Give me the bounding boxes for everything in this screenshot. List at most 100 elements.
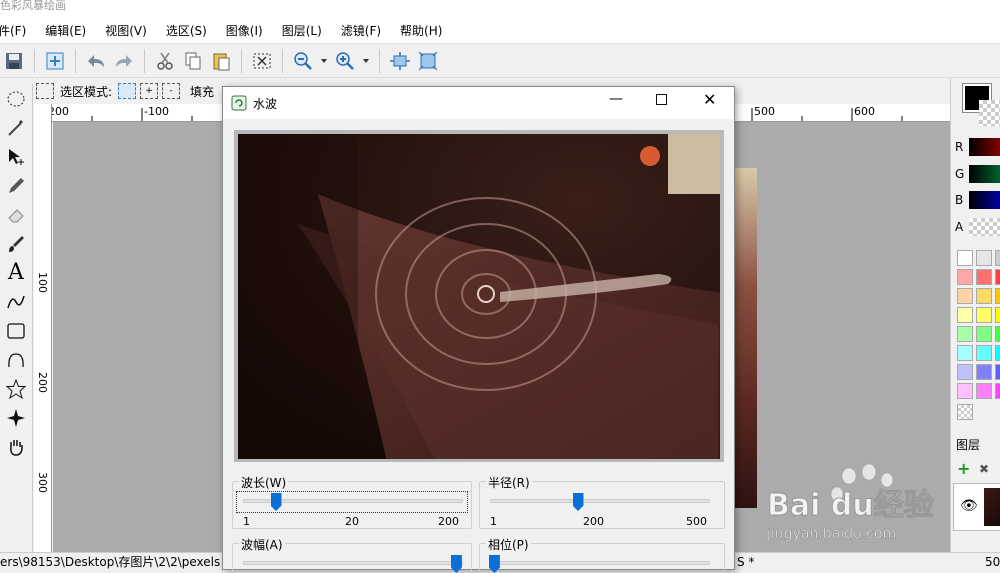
menu-filter[interactable]: 滤镜(F)	[332, 22, 391, 39]
menu-bar: 件(F) 编辑(E) 视图(V) 选区(S) 图像(I) 图层(L) 滤镜(F)…	[0, 18, 1000, 44]
text-tool-icon[interactable]: A	[1, 258, 31, 287]
brush-icon[interactable]	[1, 229, 31, 258]
preview-drawing	[238, 134, 720, 459]
palette-swatch[interactable]	[995, 364, 1000, 380]
palette-swatch[interactable]	[995, 326, 1000, 342]
phase-label: 相位(P)	[486, 536, 531, 553]
wavelength-mid: 20	[345, 515, 359, 528]
pencil-icon[interactable]	[1, 171, 31, 200]
palette-swatch[interactable]	[976, 307, 992, 323]
paste-icon[interactable]	[207, 47, 235, 75]
palette-transparent-swatch[interactable]	[957, 404, 973, 420]
palette-swatch[interactable]	[976, 383, 992, 399]
palette-swatch[interactable]	[976, 364, 992, 380]
layer-item[interactable]: 👁	[953, 483, 1000, 531]
palette-swatch[interactable]	[957, 383, 973, 399]
radius-mid: 200	[583, 515, 604, 528]
save-icon[interactable]	[0, 47, 28, 75]
menu-layer[interactable]: 图层(L)	[273, 22, 332, 39]
close-icon[interactable]: ✕	[703, 90, 716, 109]
radius-min: 1	[490, 515, 497, 528]
zoom-out-dropdown-icon[interactable]	[317, 47, 331, 75]
zoom-in-icon[interactable]	[331, 47, 359, 75]
palette-swatch[interactable]	[957, 269, 973, 285]
channel-r-slider[interactable]	[969, 138, 1000, 156]
radius-slider-thumb[interactable]	[572, 493, 584, 511]
zoom-out-icon[interactable]	[289, 47, 317, 75]
star-tool-icon[interactable]	[1, 374, 31, 403]
amplitude-track[interactable]	[243, 561, 463, 565]
menu-select[interactable]: 选区(S)	[157, 22, 217, 39]
wavelength-min: 1	[243, 515, 250, 528]
channel-a-slider[interactable]	[969, 218, 1000, 236]
menu-edit[interactable]: 编辑(E)	[36, 22, 96, 39]
hand-tool-icon[interactable]	[1, 432, 31, 461]
delete-layer-icon[interactable]: ✖	[979, 462, 995, 478]
zoom-in-dropdown-icon[interactable]	[359, 47, 373, 75]
toolbar-divider	[34, 49, 35, 73]
menu-help[interactable]: 帮助(H)	[391, 22, 452, 39]
maximize-icon[interactable]	[656, 94, 667, 105]
palette-swatch[interactable]	[957, 307, 973, 323]
phase-track[interactable]	[490, 561, 710, 565]
select-mode-subtract-icon[interactable]: -	[162, 83, 181, 99]
magic-wand-icon[interactable]	[1, 113, 31, 142]
palette-swatch[interactable]	[957, 345, 973, 361]
palette-swatch[interactable]	[976, 288, 992, 304]
menu-file[interactable]: 件(F)	[0, 22, 36, 39]
minimize-icon[interactable]: —	[609, 91, 623, 107]
palette-swatch[interactable]	[995, 307, 1000, 323]
palette-swatch[interactable]	[957, 288, 973, 304]
phase-slider-thumb[interactable]	[488, 555, 500, 573]
background-color-swatch[interactable]	[979, 100, 1000, 126]
h-ruler-label: 600	[854, 105, 875, 118]
fit-window-icon[interactable]	[386, 47, 414, 75]
vertical-ruler: 100 200 300	[34, 104, 52, 554]
ellipse-select-icon[interactable]	[1, 84, 31, 113]
layer-thumbnail	[984, 488, 1000, 526]
copy-icon[interactable]	[179, 47, 207, 75]
palette-swatch[interactable]	[976, 250, 992, 266]
palette-swatch[interactable]	[976, 345, 992, 361]
eye-icon[interactable]: 👁	[960, 498, 978, 514]
select-mode-add-icon[interactable]: +	[140, 83, 159, 99]
palette-swatch[interactable]	[995, 383, 1000, 399]
actual-size-icon[interactable]	[414, 47, 442, 75]
channel-b-slider[interactable]	[969, 191, 1000, 209]
palette-swatch[interactable]	[957, 364, 973, 380]
canvas-image-edge	[735, 168, 757, 508]
move-tool-icon[interactable]	[1, 142, 31, 171]
menu-image[interactable]: 图像(I)	[217, 22, 273, 39]
palette-swatch[interactable]	[957, 326, 973, 342]
cut-icon[interactable]	[151, 47, 179, 75]
v-ruler-label: 300	[36, 472, 49, 493]
wavelength-label: 波长(W)	[239, 474, 289, 491]
undo-icon[interactable]	[82, 47, 110, 75]
status-right-value: 50	[985, 555, 1000, 569]
menu-view[interactable]: 视图(V)	[96, 22, 157, 39]
deselect-icon[interactable]	[248, 47, 276, 75]
eraser-icon[interactable]	[1, 200, 31, 229]
palette-swatch[interactable]	[995, 288, 1000, 304]
palette-swatch[interactable]	[976, 269, 992, 285]
sparkle-tool-icon[interactable]	[1, 403, 31, 432]
palette-swatch[interactable]	[995, 345, 1000, 361]
new-canvas-icon[interactable]	[41, 47, 69, 75]
redo-icon[interactable]	[110, 47, 138, 75]
rectangle-tool-icon[interactable]	[1, 316, 31, 345]
radius-track[interactable]	[490, 499, 710, 503]
curve-tool-icon[interactable]	[1, 287, 31, 316]
select-rect-icon[interactable]	[36, 83, 54, 99]
toolbar-divider	[241, 49, 242, 73]
ellipse-tool-icon[interactable]	[1, 345, 31, 374]
status-coord: S *	[737, 555, 755, 569]
select-mode-new-icon[interactable]	[118, 83, 137, 99]
channel-r-label: R	[955, 140, 964, 154]
add-layer-icon[interactable]: +	[957, 461, 973, 478]
amplitude-slider-thumb[interactable]	[450, 555, 462, 573]
palette-swatch[interactable]	[995, 269, 1000, 285]
channel-g-slider[interactable]	[969, 165, 1000, 183]
palette-swatch[interactable]	[957, 250, 973, 266]
palette-swatch[interactable]	[995, 250, 1000, 266]
palette-swatch[interactable]	[976, 326, 992, 342]
